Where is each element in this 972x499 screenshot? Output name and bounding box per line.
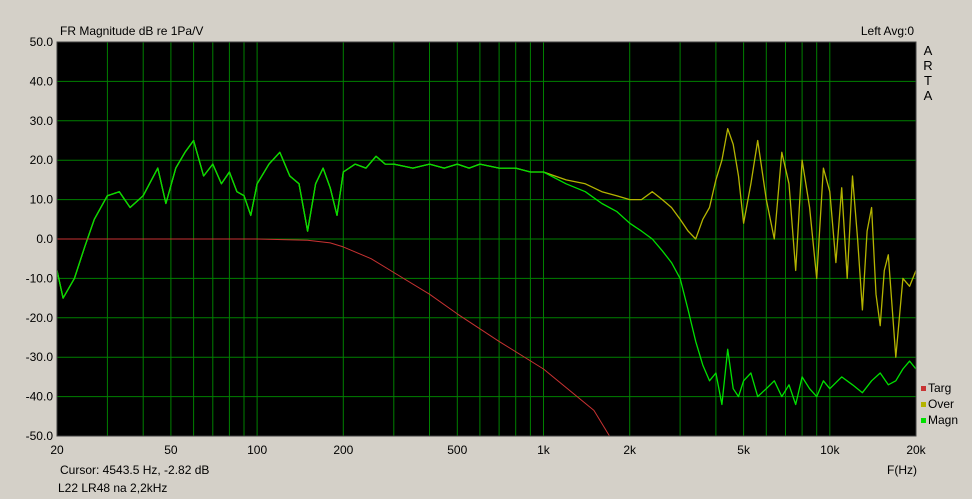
legend-item-magn[interactable]: Magn	[921, 412, 958, 428]
x-tick-label: 5k	[737, 443, 751, 457]
frequency-response-plot[interactable]: 50.0 40.0 30.0 20.0 10.0 0.0 -10.0 -20.0 -30.0 -4…	[0, 0, 972, 499]
legend-label-over: Over	[928, 397, 955, 411]
y-tick-label: 0.0	[36, 232, 53, 246]
measurement-note: L22 LR48 na 2,2kHz	[58, 481, 168, 495]
y-tick-label: -40.0	[26, 390, 54, 404]
x-tick-label: 50	[164, 443, 178, 457]
legend-swatch-over	[921, 401, 926, 407]
y-tick-label: 10.0	[30, 193, 54, 207]
legend-swatch-targ	[921, 385, 926, 391]
x-tick-label: 100	[247, 443, 267, 457]
x-tick-label: 200	[333, 443, 353, 457]
y-tick-label: 30.0	[30, 114, 54, 128]
legend-item-targ[interactable]: Targ	[921, 380, 958, 396]
y-tick-label: 40.0	[30, 74, 54, 88]
y-tick-label: -30.0	[26, 350, 54, 364]
x-tick-label: 20	[50, 443, 64, 457]
legend-swatch-magn	[921, 417, 926, 423]
x-tick-label: 10k	[820, 443, 840, 457]
y-tick-label: 50.0	[30, 35, 54, 49]
y-tick-label: -20.0	[26, 311, 54, 325]
x-tick-label: 2k	[623, 443, 637, 457]
x-axis-unit: F(Hz)	[887, 463, 917, 477]
cursor-readout: Cursor: 4543.5 Hz, -2.82 dB	[60, 463, 210, 477]
legend-label-targ: Targ	[928, 381, 952, 395]
y-tick-label: 20.0	[30, 153, 54, 167]
legend-item-over[interactable]: Over	[921, 396, 958, 412]
x-tick-label: 1k	[537, 443, 551, 457]
x-tick-label: 500	[447, 443, 467, 457]
y-tick-label: -10.0	[26, 271, 54, 285]
y-tick-label: -50.0	[26, 429, 54, 443]
legend-label-magn: Magn	[928, 413, 959, 427]
legend: Targ Over Magn	[921, 380, 958, 428]
x-tick-label: 20k	[906, 443, 926, 457]
